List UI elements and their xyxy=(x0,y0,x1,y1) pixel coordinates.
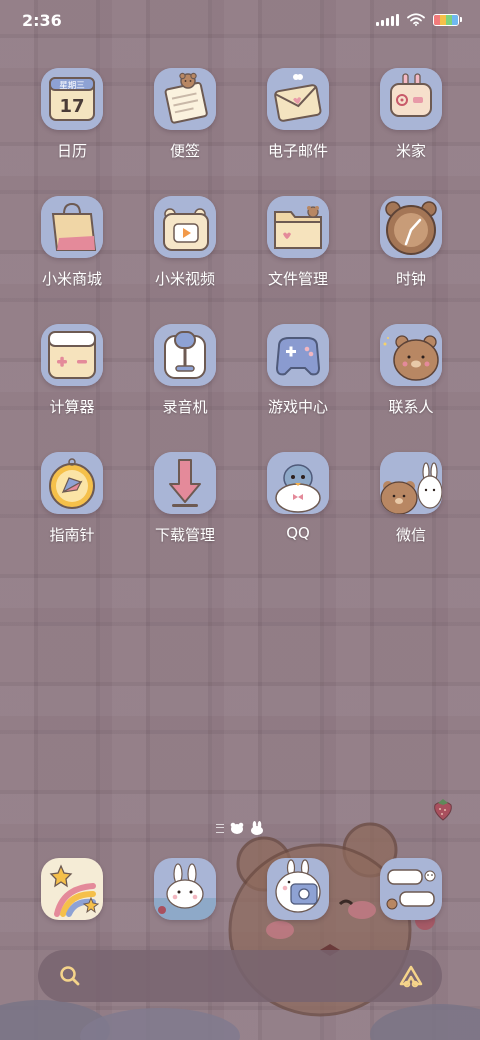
app-file-manager[interactable]: 文件管理 xyxy=(248,196,348,312)
status-bar: 2:36 xyxy=(0,0,480,44)
status-icons xyxy=(376,13,462,26)
page-dot-bunny-icon xyxy=(251,821,263,835)
app-label: QQ xyxy=(286,524,310,542)
wechat-bear-bunny-icon xyxy=(380,452,442,514)
gamepad-icon xyxy=(267,324,329,386)
page-dot-bear-icon xyxy=(230,822,244,834)
app-label: 联系人 xyxy=(388,398,434,416)
video-icon xyxy=(154,196,216,258)
compass-icon xyxy=(41,452,103,514)
dock-app-2[interactable] xyxy=(154,858,216,920)
calendar-day: 17 xyxy=(59,96,84,117)
microphone-icon xyxy=(154,324,216,386)
dock-app-3[interactable] xyxy=(267,858,329,920)
app-calendar[interactable]: 星期三 17 日历 xyxy=(22,68,122,184)
email-icon xyxy=(267,68,329,130)
app-label: 指南针 xyxy=(49,526,95,544)
app-mi-video[interactable]: 小米视频 xyxy=(135,196,235,312)
app-label: 游戏中心 xyxy=(267,398,328,416)
app-label: 下载管理 xyxy=(154,526,215,544)
app-label: 时钟 xyxy=(395,270,426,288)
app-game-center[interactable]: 游戏中心 xyxy=(248,324,348,440)
app-email[interactable]: 电子邮件 xyxy=(248,68,348,184)
dock-app-4[interactable] xyxy=(380,858,442,920)
shopping-bag-icon xyxy=(41,196,103,258)
app-mi-store[interactable]: 小米商城 xyxy=(22,196,122,312)
app-calculator[interactable]: 计算器 xyxy=(22,324,122,440)
battery-icon xyxy=(433,13,459,26)
clock-icon xyxy=(380,196,442,258)
app-label: 录音机 xyxy=(162,398,208,416)
app-wechat[interactable]: 微信 xyxy=(361,452,461,568)
notes-icon xyxy=(154,68,216,130)
app-label: 米家 xyxy=(395,142,426,160)
app-notes[interactable]: 便签 xyxy=(135,68,235,184)
app-label: 便签 xyxy=(169,142,200,160)
contacts-bear-icon xyxy=(380,324,442,386)
app-download-manager[interactable]: 下载管理 xyxy=(135,452,235,568)
search-icon[interactable] xyxy=(58,964,82,988)
app-compass[interactable]: 指南针 xyxy=(22,452,122,568)
calendar-icon: 星期三 17 xyxy=(41,68,103,130)
page-list-icon xyxy=(216,823,224,833)
app-mijia[interactable]: 米家 xyxy=(361,68,461,184)
app-label: 日历 xyxy=(56,142,87,160)
app-label: 计算器 xyxy=(49,398,95,416)
bunny-photo-icon xyxy=(154,858,216,920)
search-bar[interactable] xyxy=(38,950,442,1002)
download-arrow-icon xyxy=(154,452,216,514)
app-label: 小米视频 xyxy=(154,270,215,288)
assistant-icon[interactable] xyxy=(398,964,424,988)
app-label: 文件管理 xyxy=(267,270,328,288)
message-bubbles-icon xyxy=(380,858,442,920)
folder-icon xyxy=(267,196,329,258)
calendar-weekday: 星期三 xyxy=(59,81,85,91)
app-qq[interactable]: QQ xyxy=(248,452,348,568)
app-recorder[interactable]: 录音机 xyxy=(135,324,235,440)
signal-icon xyxy=(376,13,399,26)
app-label: 微信 xyxy=(395,526,426,544)
mijia-icon xyxy=(380,68,442,130)
star-rainbow-icon xyxy=(41,858,103,920)
page-indicator[interactable] xyxy=(0,818,480,838)
wifi-icon xyxy=(407,13,425,26)
app-label: 小米商城 xyxy=(41,270,102,288)
bunny-camera-icon xyxy=(267,858,329,920)
app-label: 电子邮件 xyxy=(267,142,328,160)
dock-app-1[interactable] xyxy=(41,858,103,920)
status-time: 2:36 xyxy=(22,11,62,30)
app-contacts[interactable]: 联系人 xyxy=(361,324,461,440)
qq-penguin-icon xyxy=(267,452,329,514)
calculator-icon xyxy=(41,324,103,386)
app-clock[interactable]: 时钟 xyxy=(361,196,461,312)
